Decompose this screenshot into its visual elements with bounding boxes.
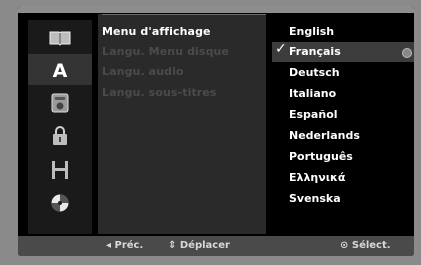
language-label: Español bbox=[289, 108, 338, 121]
prev-hint: ◂ Préc. bbox=[106, 240, 144, 251]
category-icon-column: A bbox=[28, 20, 92, 234]
disc-icon[interactable] bbox=[28, 22, 92, 53]
svg-text:A: A bbox=[53, 60, 68, 80]
language-option-greek[interactable]: Ελληνικά bbox=[289, 168, 345, 188]
menu-item-label: Langu. audio bbox=[102, 65, 184, 78]
language-option-espanol[interactable]: Español bbox=[289, 105, 338, 125]
menu-item-disc-menu-language[interactable]: Langu. Menu disque bbox=[102, 42, 229, 62]
top-strip bbox=[18, 6, 414, 13]
recording-icon[interactable] bbox=[28, 154, 92, 185]
submenu-top-divider bbox=[102, 14, 266, 15]
language-label: Ελληνικά bbox=[289, 171, 346, 184]
language-label: Italiano bbox=[289, 87, 337, 100]
language-label: English bbox=[289, 25, 335, 38]
menu-item-label: Langu. Menu disque bbox=[102, 45, 230, 58]
menu-item-label: Menu d'affichage bbox=[102, 25, 211, 38]
menu-item-subtitle-language[interactable]: Langu. sous-titres bbox=[102, 83, 217, 103]
language-option-nederlands[interactable]: Nederlands bbox=[289, 126, 360, 146]
language-option-svenska[interactable]: Svenska bbox=[289, 189, 341, 209]
language-option-deutsch[interactable]: Deutsch bbox=[289, 63, 340, 83]
audio-icon[interactable] bbox=[28, 87, 92, 118]
move-hint: ⇕ Déplacer bbox=[168, 240, 230, 251]
help-bar: ◂ Préc. ⇕ Déplacer ⊙ Sélect. bbox=[18, 236, 414, 256]
other-icon[interactable] bbox=[28, 187, 92, 218]
language-option-francais[interactable]: Français bbox=[289, 42, 341, 62]
language-a-icon[interactable]: A bbox=[28, 54, 92, 85]
disc-indicator-icon bbox=[402, 48, 412, 58]
select-hint: ⊙ Sélect. bbox=[340, 240, 391, 251]
menu-item-label: Langu. sous-titres bbox=[102, 86, 217, 99]
language-label: Nederlands bbox=[289, 129, 360, 142]
menu-item-display-menu[interactable]: Menu d'affichage bbox=[100, 22, 262, 42]
lock-icon[interactable] bbox=[28, 120, 92, 151]
language-label: Deutsch bbox=[289, 66, 340, 79]
language-option-portugues[interactable]: Português bbox=[289, 147, 353, 167]
language-label: Svenska bbox=[289, 192, 341, 205]
language-label: Português bbox=[289, 150, 353, 163]
language-option-italiano[interactable]: Italiano bbox=[289, 84, 336, 104]
language-option-english[interactable]: English bbox=[289, 22, 334, 42]
check-icon: ✓ bbox=[275, 41, 287, 57]
language-label: Français bbox=[289, 45, 341, 58]
setup-menu-screen: A Menu d'affichage Langu. Menu disque La… bbox=[18, 6, 414, 256]
menu-item-audio-language[interactable]: Langu. audio bbox=[102, 62, 184, 82]
